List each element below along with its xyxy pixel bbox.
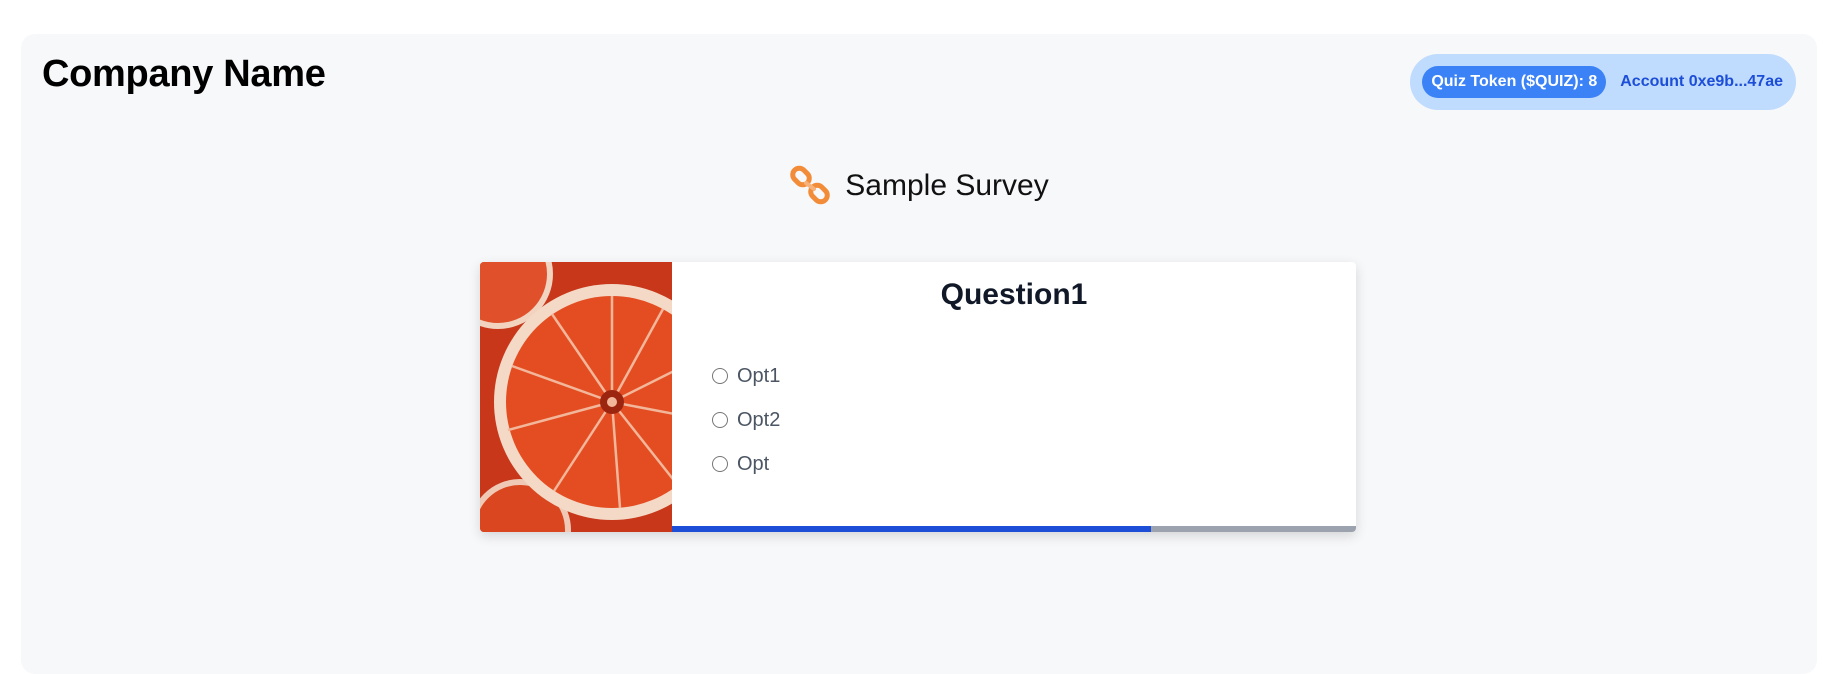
option-3-label: Opt	[737, 452, 770, 475]
question-title: Question1	[940, 278, 1088, 311]
option-1-radio[interactable]	[712, 368, 728, 384]
progress-bar-fill	[672, 526, 1151, 532]
token-balance-badge: Quiz Token ($QUIZ): 8	[1422, 66, 1607, 98]
survey-title: Sample Survey	[845, 169, 1049, 202]
app-panel: Company Name Quiz Token ($QUIZ): 8 Accou…	[21, 34, 1817, 674]
option-2[interactable]: Opt2	[712, 398, 780, 442]
account-pill[interactable]: Quiz Token ($QUIZ): 8 Account 0xe9b...47…	[1410, 54, 1796, 110]
company-name: Company Name	[42, 53, 326, 95]
chain-link-icon	[789, 164, 833, 208]
option-2-radio[interactable]	[712, 412, 728, 428]
survey-header: Sample Survey	[21, 164, 1817, 208]
question-body: Question1 Opt1 Opt2 Opt	[672, 262, 1356, 532]
option-1-label: Opt1	[737, 364, 781, 387]
question-card: Question1 Opt1 Opt2 Opt	[480, 262, 1356, 532]
option-2-label: Opt2	[737, 408, 781, 431]
option-3[interactable]: Opt	[712, 442, 780, 486]
account-address[interactable]: Account 0xe9b...47ae	[1620, 73, 1784, 91]
progress-bar	[672, 526, 1356, 532]
option-1[interactable]: Opt1	[712, 354, 780, 398]
orange-slice-image	[480, 262, 672, 532]
option-3-radio[interactable]	[712, 456, 728, 472]
options-list: Opt1 Opt2 Opt	[712, 354, 780, 486]
